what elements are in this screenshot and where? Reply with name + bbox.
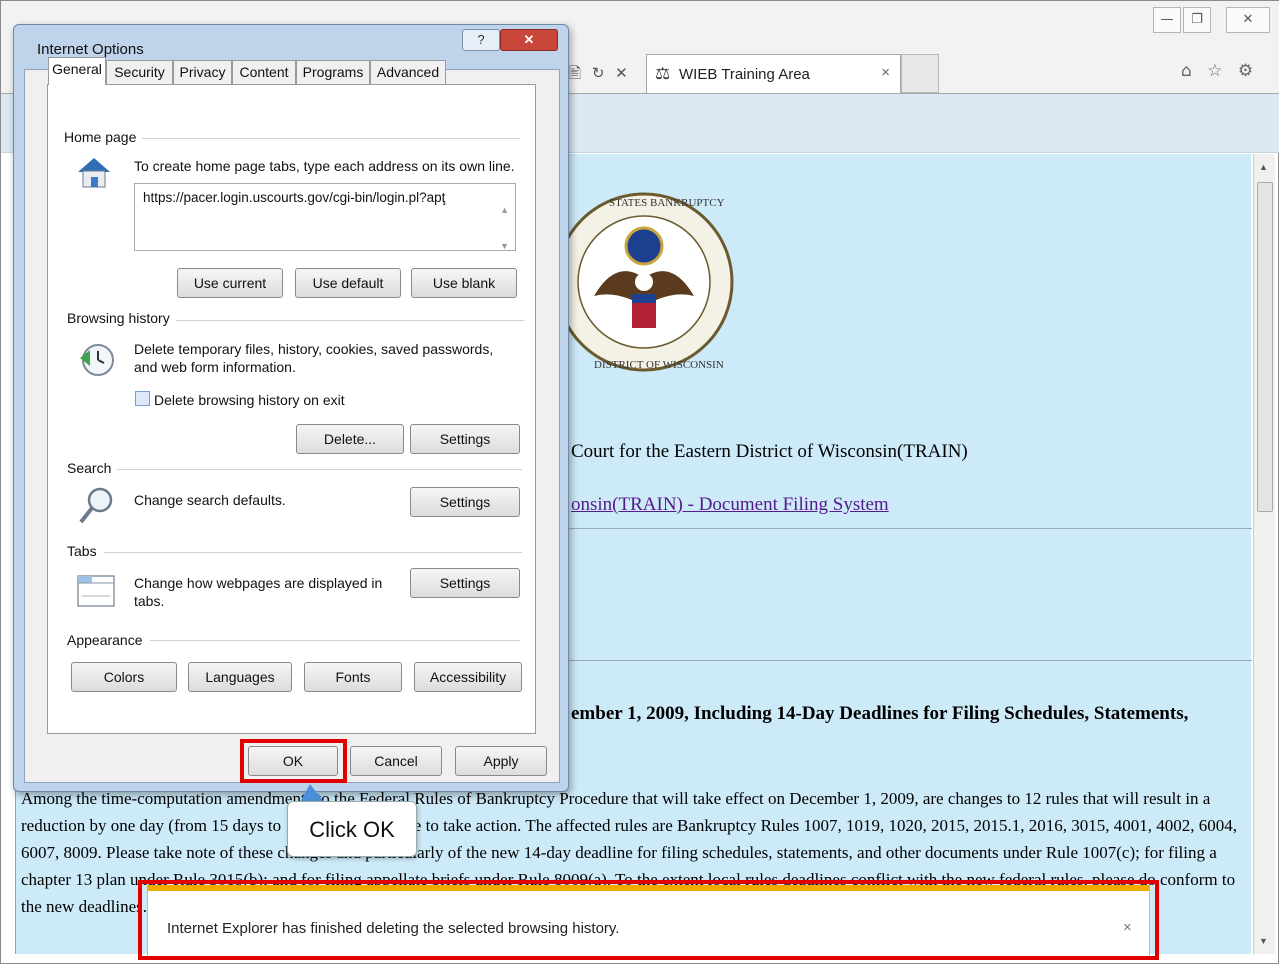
minimize-button[interactable]: — (1153, 7, 1181, 33)
home-page-description: To create home page tabs, type each addr… (134, 158, 515, 174)
vertical-scrollbar[interactable]: ▲ ▼ (1253, 154, 1275, 954)
colors-button[interactable]: Colors (71, 662, 177, 692)
tab-title: WIEB Training Area (679, 66, 810, 83)
tab-security[interactable]: Security (106, 60, 173, 84)
home-page-label: Home page (64, 129, 143, 145)
filing-system-link[interactable]: onsin(TRAIN) - Document Filing System (571, 494, 889, 516)
use-current-button[interactable]: Use current (177, 268, 283, 298)
court-name: Court for the Eastern District of Wiscon… (571, 441, 968, 462)
svg-text:STATES BANKRUPTCY: STATES BANKRUPTCY (609, 197, 725, 209)
tab-general[interactable]: General (48, 57, 106, 85)
new-tab-button[interactable] (901, 54, 939, 93)
notification-highlight (138, 880, 1159, 960)
browsing-history-label: Browsing history (67, 310, 176, 326)
svg-text:DISTRICT OF WISCONSIN: DISTRICT OF WISCONSIN (594, 359, 724, 371)
tabs-icon (77, 575, 115, 607)
window-close-button[interactable]: ✕ (1226, 7, 1270, 33)
browser-tab[interactable]: ⚖ WIEB Training Area × (646, 54, 901, 93)
restore-button[interactable]: ❐ (1183, 7, 1211, 33)
delete-on-exit-checkbox[interactable] (135, 391, 150, 406)
home-icon (78, 158, 110, 188)
help-button[interactable]: ? (462, 29, 500, 51)
tab-advanced[interactable]: Advanced (370, 60, 446, 84)
magnifier-icon (79, 487, 113, 524)
dialog-title: Internet Options (37, 41, 144, 58)
search-settings-button[interactable]: Settings (410, 487, 520, 517)
dialog-close-button[interactable]: ✕ (500, 29, 558, 51)
ok-highlight (240, 739, 347, 783)
section-divider (104, 552, 522, 553)
scroll-thumb[interactable] (1257, 182, 1273, 512)
url-scroll-arrows[interactable]: ▲ ▼ (500, 192, 509, 264)
cancel-button[interactable]: Cancel (350, 746, 442, 776)
section-divider (150, 640, 520, 641)
scroll-down-icon[interactable]: ▼ (1259, 936, 1268, 946)
click-ok-callout: Click OK (287, 801, 417, 857)
search-label: Search (67, 460, 118, 476)
tab-privacy[interactable]: Privacy (173, 60, 232, 84)
tabs-description: Change how webpages are displayed in tab… (134, 575, 383, 609)
tab-close-icon[interactable]: × (881, 64, 890, 81)
notice-heading: ember 1, 2009, Including 14-Day Deadline… (571, 703, 1189, 724)
toolbar-icons[interactable]: ⌂ ☆ ⚙ (1181, 61, 1258, 81)
tabs-settings-button[interactable]: Settings (410, 568, 520, 598)
fonts-button[interactable]: Fonts (304, 662, 402, 692)
languages-button[interactable]: Languages (188, 662, 292, 692)
home-page-url: https://pacer.login.uscourts.gov/cgi-bin… (143, 190, 446, 205)
court-seal-image: STATES BANKRUPTCY DISTRICT OF WISCONSIN (564, 192, 734, 372)
address-bar-icons[interactable]: 🖹 ↻ ✕ (569, 63, 631, 88)
callout-pointer (300, 784, 324, 802)
section-divider (140, 138, 520, 139)
scales-icon: ⚖ (655, 64, 671, 83)
section-divider (172, 320, 524, 321)
tab-content[interactable]: Content (232, 60, 296, 84)
delete-on-exit-label[interactable]: Delete browsing history on exit (154, 391, 345, 409)
tab-programs[interactable]: Programs (296, 60, 370, 84)
history-settings-button[interactable]: Settings (410, 424, 520, 454)
appearance-label: Appearance (67, 632, 149, 648)
use-blank-button[interactable]: Use blank (411, 268, 517, 298)
history-icon (80, 344, 114, 376)
accessibility-button[interactable]: Accessibility (414, 662, 522, 692)
apply-button[interactable]: Apply (455, 746, 547, 776)
delete-button[interactable]: Delete... (296, 424, 404, 454)
tabs-label: Tabs (67, 543, 103, 559)
search-description: Change search defaults. (134, 492, 286, 508)
home-page-url-input[interactable]: https://pacer.login.uscourts.gov/cgi-bin… (134, 183, 516, 251)
section-divider (116, 469, 522, 470)
use-default-button[interactable]: Use default (295, 268, 401, 298)
browsing-history-description: Delete temporary files, history, cookies… (134, 341, 494, 375)
scroll-up-icon[interactable]: ▲ (1259, 162, 1268, 172)
